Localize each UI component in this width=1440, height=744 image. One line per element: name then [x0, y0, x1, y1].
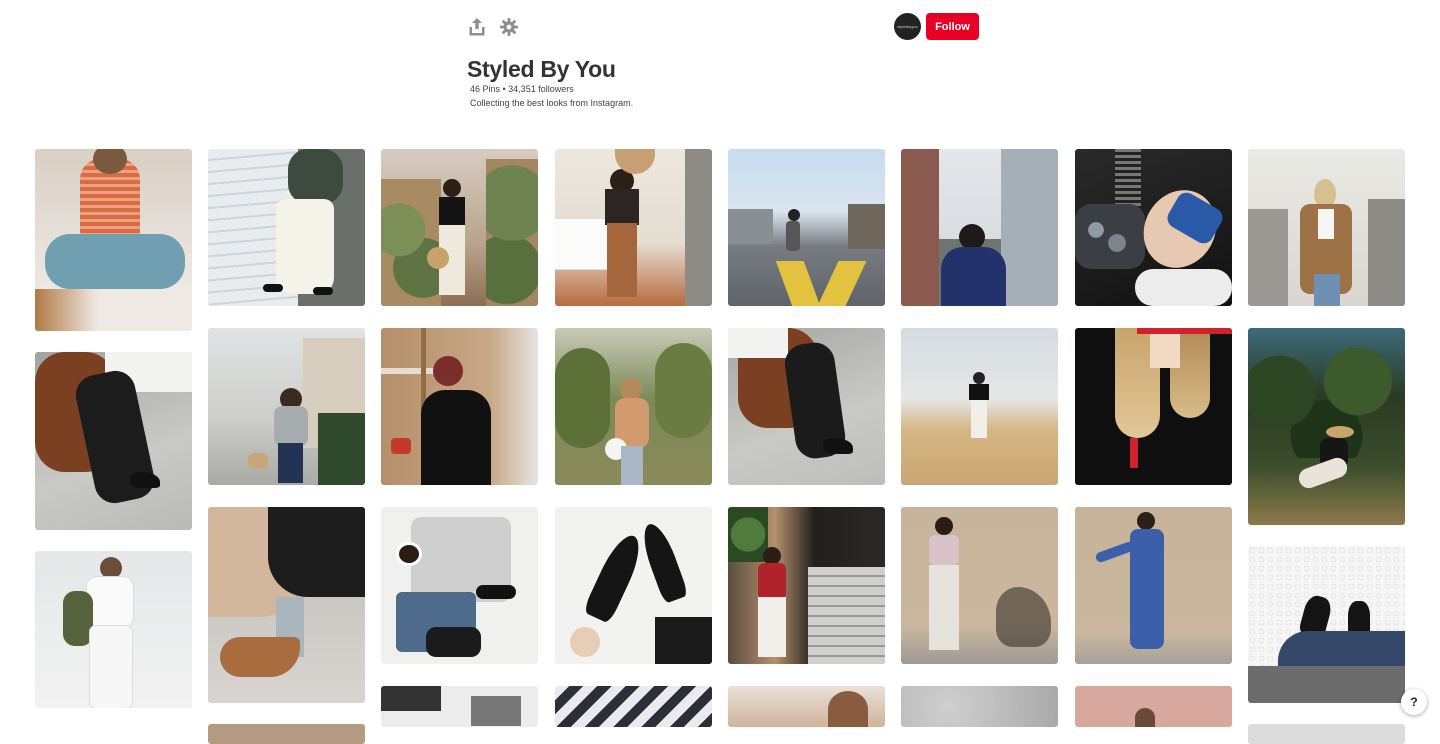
pin-card[interactable] [728, 149, 885, 306]
pin-card[interactable] [728, 686, 885, 727]
pin-card[interactable] [555, 686, 712, 727]
pin-card[interactable] [1075, 686, 1232, 727]
pin-card[interactable] [381, 686, 538, 727]
pin-grid [0, 0, 1440, 744]
help-button[interactable]: ? [1401, 689, 1427, 715]
pin-card[interactable] [35, 352, 192, 530]
pin-card[interactable] [1248, 149, 1405, 306]
pin-card[interactable] [381, 149, 538, 306]
pin-card[interactable] [208, 507, 365, 703]
pin-card[interactable] [555, 507, 712, 664]
pin-card[interactable] [1248, 328, 1405, 525]
pin-card[interactable] [1075, 149, 1232, 306]
pin-card[interactable] [1075, 328, 1232, 485]
pin-card[interactable] [901, 149, 1058, 306]
pin-card[interactable] [1248, 724, 1405, 744]
pin-card[interactable] [555, 149, 712, 306]
pin-card[interactable] [208, 724, 365, 744]
pin-card[interactable] [1075, 507, 1232, 664]
pin-card[interactable] [901, 686, 1058, 727]
pin-card[interactable] [208, 328, 365, 485]
pin-card[interactable] [901, 507, 1058, 664]
pin-card[interactable] [381, 507, 538, 664]
pin-card[interactable] [208, 149, 365, 306]
pin-card[interactable] [728, 328, 885, 485]
pin-card[interactable] [35, 551, 192, 708]
pin-card[interactable] [381, 328, 538, 485]
pin-card[interactable] [555, 328, 712, 485]
pin-card[interactable] [901, 328, 1058, 485]
pin-card[interactable] [728, 507, 885, 664]
pin-card[interactable] [1248, 546, 1405, 703]
pin-card[interactable] [35, 149, 192, 331]
